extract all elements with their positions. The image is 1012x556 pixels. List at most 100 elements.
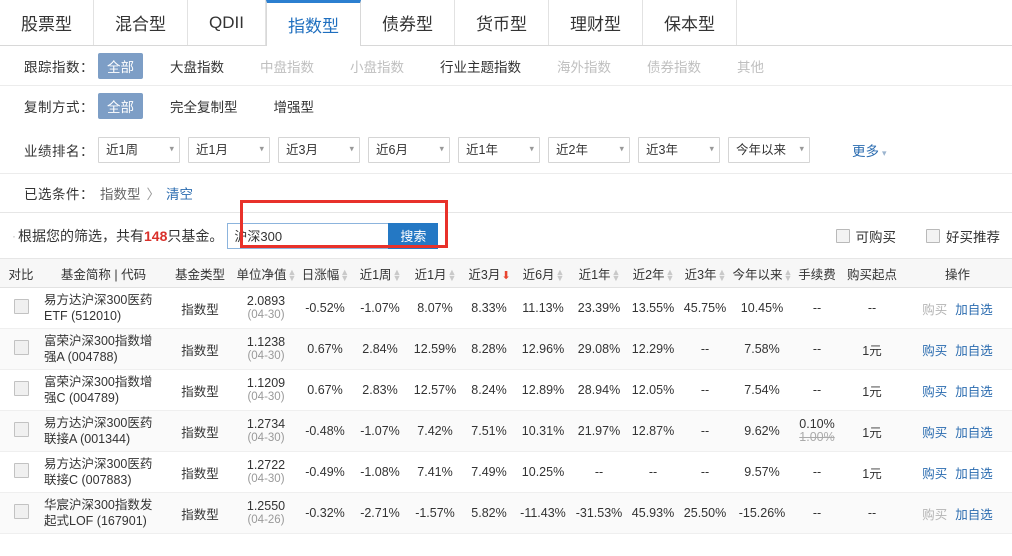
- checkbox-icon[interactable]: [926, 228, 940, 243]
- sort-both-icon[interactable]: ▲ ▼: [784, 268, 793, 283]
- fund-name-cell[interactable]: 易方达沪深300医药 联接C (007883): [42, 451, 165, 493]
- chosen-conditions-row: 已选条件： 指数型 〉 清空: [0, 174, 1012, 212]
- sort-both-icon[interactable]: ▲ ▼: [666, 268, 675, 283]
- table-header-cell-0: 对比: [0, 259, 42, 288]
- performance-select-3[interactable]: 近6月: [368, 136, 450, 163]
- filter-checkbox-recommend-label: 好买推荐: [946, 229, 1000, 245]
- table-header-cell-12[interactable]: 今年以来▲ ▼: [731, 259, 793, 288]
- table-header-cell-5[interactable]: 近1周▲ ▼: [353, 259, 407, 288]
- performance-select-4[interactable]: 近1年: [458, 136, 540, 163]
- day-change-cell: -0.49%: [297, 451, 353, 493]
- filter-option-0-0[interactable]: 全部: [98, 52, 143, 79]
- add-to-watchlist-button[interactable]: 加自选: [955, 467, 993, 481]
- performance-select-wrap-1: 近1月 ▾: [188, 136, 270, 163]
- sort-both-icon[interactable]: ▲ ▼: [288, 268, 297, 283]
- tab-0[interactable]: 股票型: [0, 0, 94, 45]
- table-header-cell-6[interactable]: 近1月▲ ▼: [407, 259, 463, 288]
- return-3y-cell: --: [679, 328, 731, 370]
- table-header-cell-3[interactable]: 单位净值▲ ▼: [235, 259, 297, 288]
- add-to-watchlist-button[interactable]: 加自选: [955, 385, 993, 399]
- sort-both-icon[interactable]: ▲ ▼: [393, 268, 402, 283]
- more-filters-button[interactable]: 更多 ▾: [852, 140, 887, 160]
- filter-option-1-1[interactable]: 完全复制型: [161, 93, 247, 119]
- sort-both-icon[interactable]: ▲ ▼: [340, 268, 349, 283]
- add-to-watchlist-button[interactable]: 加自选: [955, 344, 993, 358]
- performance-select-5[interactable]: 近2年: [548, 136, 630, 163]
- table-header-label: 近6月: [522, 267, 555, 282]
- performance-select-wrap-7: 今年以来 ▾: [728, 136, 810, 163]
- performance-select-0[interactable]: 近1周: [98, 136, 180, 163]
- fund-name-cell[interactable]: 华宸沪深300指数发 起式LOF (167901): [42, 492, 165, 534]
- tab-4[interactable]: 债券型: [361, 0, 455, 45]
- filter-option-0-4[interactable]: 行业主题指数: [431, 53, 530, 79]
- add-to-watchlist-button[interactable]: 加自选: [955, 426, 993, 440]
- compare-checkbox[interactable]: [13, 463, 29, 478]
- fund-name-cell[interactable]: 富荣沪深300指数增 强A (004788): [42, 328, 165, 370]
- nav-date: (04-30): [247, 309, 285, 321]
- fund-name-cell[interactable]: 富荣沪深300指数增 强C (004789): [42, 369, 165, 411]
- add-to-watchlist-button[interactable]: 加自选: [955, 303, 993, 317]
- tab-6[interactable]: 理财型: [549, 0, 643, 45]
- performance-select-2[interactable]: 近3月: [278, 136, 360, 163]
- filter-option-0-5: 海外指数: [557, 59, 611, 75]
- return-1m-cell: -1.57%: [407, 492, 463, 534]
- table-header-cell-10[interactable]: 近2年▲ ▼: [627, 259, 679, 288]
- performance-select-1[interactable]: 近1月: [188, 136, 270, 163]
- checkbox-icon[interactable]: [835, 228, 850, 243]
- performance-select-wrap-2: 近3月 ▾: [278, 136, 360, 163]
- sort-both-icon[interactable]: ▲ ▼: [718, 268, 727, 283]
- fund-name-cell[interactable]: 易方达沪深300医药 联接A (001344): [42, 410, 165, 452]
- filter-checkbox-buyable[interactable]: 可购买: [835, 226, 896, 246]
- filter-option-1-0[interactable]: 全部: [98, 93, 143, 119]
- clear-conditions-button[interactable]: 清空: [166, 183, 193, 203]
- add-to-watchlist-button[interactable]: 加自选: [955, 508, 993, 522]
- compare-checkbox[interactable]: [13, 299, 29, 314]
- tab-3[interactable]: 指数型: [265, 0, 361, 46]
- fund-category-tabbar: 股票型 混合型 QDII 指数型 债券型 货币型 理财型 保本型: [0, 0, 1012, 46]
- buy-button[interactable]: 购买: [922, 385, 947, 399]
- sort-both-icon[interactable]: ▲ ▼: [448, 268, 457, 283]
- compare-checkbox[interactable]: [13, 340, 29, 355]
- search-input[interactable]: [227, 222, 389, 249]
- chosen-condition-value[interactable]: 指数型: [100, 183, 141, 203]
- performance-select-7[interactable]: 今年以来: [728, 136, 810, 163]
- return-1y-cell: 29.08%: [571, 328, 627, 370]
- filter-option-0-6: 债券指数: [647, 59, 701, 75]
- return-2y-cell: 13.55%: [627, 287, 679, 329]
- min-purchase-cell: --: [841, 492, 903, 534]
- buy-button[interactable]: 购买: [922, 344, 947, 358]
- compare-cell: [0, 451, 42, 493]
- buy-button[interactable]: 购买: [922, 426, 947, 440]
- buy-button[interactable]: 购买: [922, 467, 947, 481]
- action-cell: 购买 加自选: [903, 451, 1012, 493]
- filter-checkbox-recommend[interactable]: 好买推荐: [926, 226, 1000, 246]
- compare-checkbox[interactable]: [13, 381, 29, 396]
- tab-7[interactable]: 保本型: [643, 0, 737, 45]
- table-header-cell-4[interactable]: 日涨幅▲ ▼: [297, 259, 353, 288]
- search-button[interactable]: 搜索: [388, 222, 439, 249]
- nav-value: 1.1238: [246, 335, 286, 349]
- table-header-cell-15: 操作: [903, 259, 1012, 288]
- filter-option-1-2[interactable]: 增强型: [265, 93, 324, 119]
- performance-select-6[interactable]: 近3年: [638, 136, 720, 163]
- table-header-cell-8[interactable]: 近6月▲ ▼: [515, 259, 571, 288]
- tab-1[interactable]: 混合型: [94, 0, 188, 45]
- filter-option-0-1[interactable]: 大盘指数: [161, 53, 233, 79]
- compare-checkbox[interactable]: [13, 422, 29, 437]
- tab-2[interactable]: QDII: [188, 0, 266, 45]
- fund-list-table: 对比 基金简称 | 代码 基金类型 单位净值▲ ▼ 日涨幅▲ ▼ 近1周▲ ▼ 近1月▲ ▼ 近3月⬇…: [0, 259, 1012, 534]
- tab-5[interactable]: 货币型: [455, 0, 549, 45]
- table-header-cell-7[interactable]: 近3月⬇: [463, 259, 515, 288]
- table-header-cell-11[interactable]: 近3年▲ ▼: [679, 259, 731, 288]
- sort-both-icon[interactable]: ▲ ▼: [556, 268, 565, 283]
- fund-type-cell: 指数型: [165, 410, 235, 452]
- sort-both-icon[interactable]: ▲ ▼: [612, 268, 621, 283]
- return-3y-cell: 25.50%: [679, 492, 731, 534]
- compare-checkbox[interactable]: [13, 504, 29, 519]
- min-purchase-cell: 1元: [841, 369, 903, 411]
- fee-cell: --: [793, 369, 841, 411]
- fund-name-cell[interactable]: 易方达沪深300医药 ETF (512010): [42, 287, 165, 329]
- sort-desc-icon[interactable]: ⬇: [501, 270, 510, 282]
- min-purchase-cell: 1元: [841, 451, 903, 493]
- table-header-cell-9[interactable]: 近1年▲ ▼: [571, 259, 627, 288]
